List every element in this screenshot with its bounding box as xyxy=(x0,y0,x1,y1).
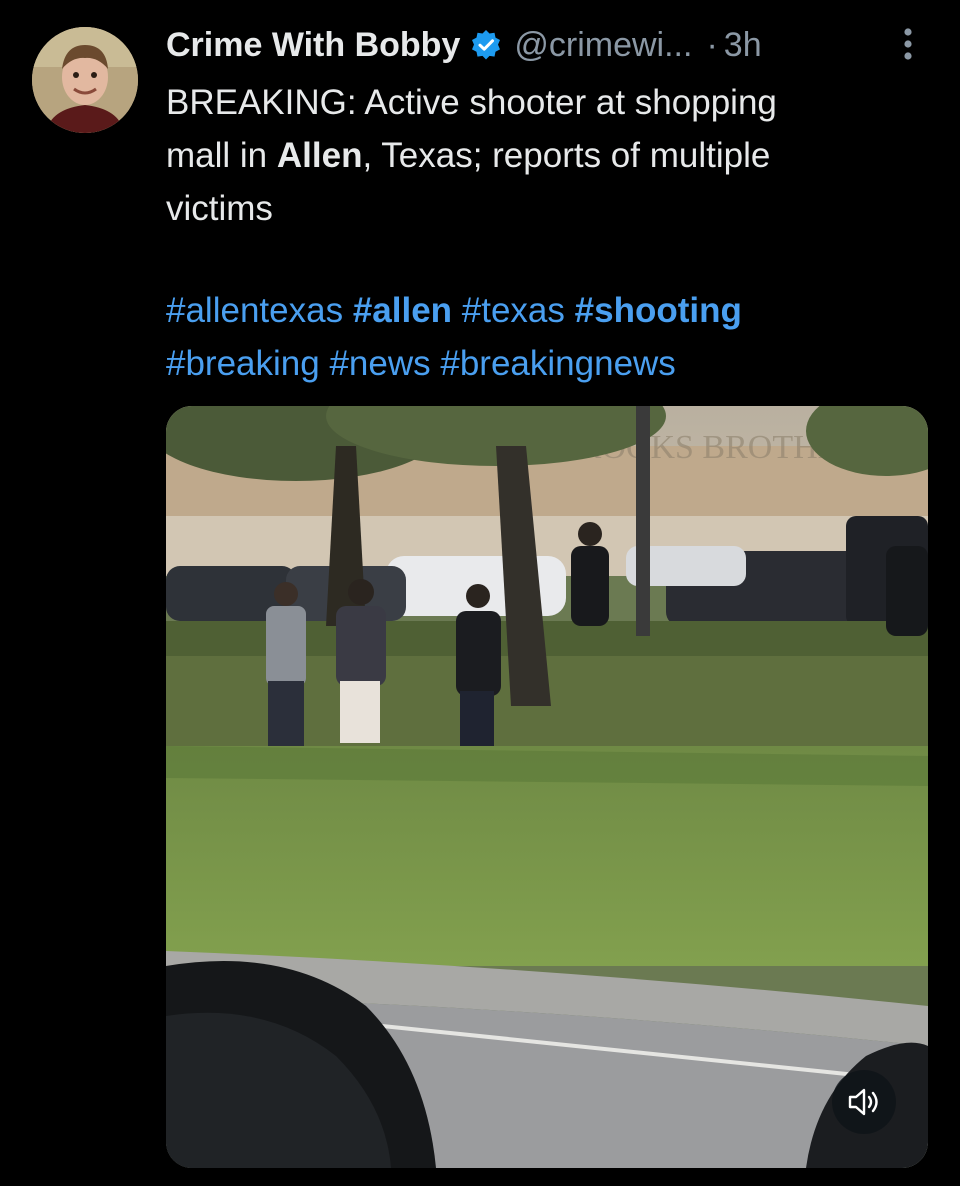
mute-toggle-button[interactable] xyxy=(832,1070,896,1134)
header-separator: · xyxy=(706,25,718,64)
video-frame: BROOKS BROTHERS xyxy=(166,406,928,1168)
tweet-text-segment: , Texas; reports of multiple xyxy=(362,136,771,175)
hashtag-link[interactable]: #allen xyxy=(353,291,452,330)
hashtag-link[interactable]: #texas xyxy=(462,291,565,330)
hashtag-block: #allentexas #allen #texas #shooting #bre… xyxy=(166,284,926,390)
avatar[interactable] xyxy=(32,27,138,133)
tweet-text-segment: victims xyxy=(166,189,273,228)
hashtag-line: #breaking #news #breakingnews xyxy=(166,337,926,390)
tweet-text-segment: mall in xyxy=(166,136,277,175)
hashtag-link[interactable]: #shooting xyxy=(575,291,742,330)
verified-badge-icon xyxy=(470,29,502,61)
hashtag-link[interactable]: #breakingnews xyxy=(440,344,675,383)
hashtag-link[interactable]: #allentexas xyxy=(166,291,343,330)
tweet-text-segment: BREAKING: Active shooter at shopping xyxy=(166,83,777,122)
author-handle[interactable]: @crimewi... xyxy=(514,26,692,65)
tweet-text-line: victims xyxy=(166,182,906,235)
tweet-text-line: mall in Allen, Texas; reports of multipl… xyxy=(166,129,906,182)
tweet-text-line: BREAKING: Active shooter at shopping xyxy=(166,76,906,129)
hashtag-link[interactable]: #news xyxy=(329,344,430,383)
speaker-muted-icon xyxy=(848,1088,878,1116)
more-options-icon[interactable] xyxy=(896,26,920,62)
tweet-header: Crime With Bobby @crimewi... · 3h xyxy=(166,22,762,68)
tweet-text-highlight: Allen xyxy=(276,136,363,175)
author-display-name[interactable]: Crime With Bobby xyxy=(166,26,460,65)
hashtag-line: #allentexas #allen #texas #shooting xyxy=(166,284,926,337)
avatar-photo xyxy=(32,27,138,133)
hashtag-link[interactable]: #breaking xyxy=(166,344,320,383)
video-player[interactable]: BROOKS BROTHERS xyxy=(166,406,928,1168)
tweet-timestamp[interactable]: 3h xyxy=(724,26,762,65)
tweet-text: BREAKING: Active shooter at shopping mal… xyxy=(166,76,906,235)
